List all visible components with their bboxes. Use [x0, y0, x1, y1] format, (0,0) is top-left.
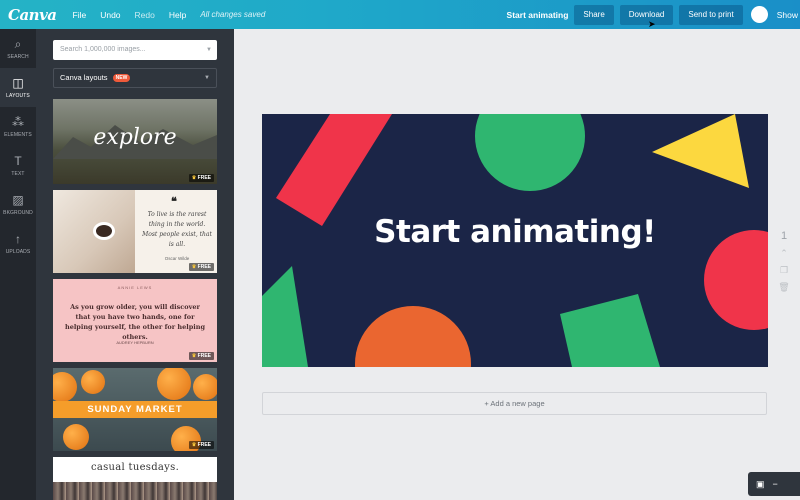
free-label: FREE [197, 264, 211, 270]
left-rail: ⌕ SEARCH ◫ LAYOUTS ⁂ ELEMENTS T TEXT ▨ B… [0, 29, 36, 500]
thumbnail-author: Oscar Wilde [164, 256, 190, 261]
rail-label: ELEMENTS [4, 131, 32, 138]
rail-label: BKGROUND [3, 209, 33, 216]
search-icon: ⌕ [14, 36, 22, 51]
rail-item-layouts[interactable]: ◫ LAYOUTS [0, 68, 36, 107]
avatar[interactable] [750, 6, 768, 23]
mouse-cursor-icon: ➤ [648, 19, 656, 29]
add-page-button[interactable]: + Add a new page [262, 392, 767, 415]
top-bar: Canva File Undo Redo Help All changes sa… [0, 0, 800, 29]
rail-item-elements[interactable]: ⁂ ELEMENTS [0, 107, 36, 146]
page-tools: 1 ⌃ ❐ 🗑 [776, 230, 792, 293]
menu-undo[interactable]: Undo [100, 10, 120, 20]
send-to-print-button[interactable]: Send to print [679, 4, 743, 25]
coffee-cup-graphic [93, 222, 115, 240]
thumbnail-quote: As you grow older, you will discover tha… [64, 303, 206, 341]
green-triangle-shape [262, 266, 308, 367]
free-badge: ♛ FREE [188, 263, 214, 271]
rail-label: UPLOADS [5, 248, 31, 255]
download-button[interactable]: Download [619, 4, 674, 25]
design-canvas[interactable]: Start animating! [262, 114, 768, 367]
arrow-up-icon[interactable]: ⌃ [776, 248, 792, 259]
free-badge: ♛ FREE [188, 352, 214, 360]
layout-thumbnail[interactable]: SUNDAY MARKET ♛ FREE [53, 368, 217, 451]
chevron-down-icon: ▼ [204, 75, 210, 81]
green-circle-shape [475, 114, 585, 191]
orange-graphic [81, 370, 105, 394]
crown-icon: ♛ [191, 442, 197, 448]
crown-icon: ♛ [191, 264, 197, 270]
free-label: FREE [197, 442, 211, 448]
free-badge: ♛ FREE [188, 174, 214, 182]
image-search-input[interactable]: Search 1,000,000 images... ▼ [53, 40, 217, 60]
layout-thumbnail[interactable]: casual tuesdays. [53, 457, 217, 500]
zoom-out-icon[interactable]: − [773, 479, 778, 489]
crowd-photo [53, 482, 217, 500]
search-placeholder: Search 1,000,000 images... [60, 46, 146, 53]
crown-icon: ♛ [191, 353, 197, 359]
menu-redo[interactable]: Redo [135, 10, 155, 20]
elements-icon: ⁂ [12, 114, 24, 129]
quote-mark: ❝ [171, 196, 177, 208]
bottom-controls: ▣ − [748, 472, 800, 496]
free-label: FREE [197, 175, 211, 181]
thumbnail-quote: To live is the rarest thing in the world… [142, 211, 212, 248]
layouts-icon: ◫ [12, 75, 24, 90]
yellow-triangle-shape [652, 114, 749, 188]
orange-graphic [63, 424, 89, 450]
layout-thumbnail[interactable]: ❝ To live is the rarest thing in the wor… [53, 190, 217, 273]
thumbnail-header: ANNIE LEWS [117, 285, 153, 290]
orange-graphic [193, 374, 217, 400]
layouts-dropdown[interactable]: Canva layouts NEW ▼ [53, 68, 217, 88]
show-button[interactable]: Show [777, 10, 798, 20]
rail-label: TEXT [11, 170, 25, 177]
background-icon: ▨ [12, 192, 24, 207]
orange-graphic [157, 368, 191, 400]
rail-item-background[interactable]: ▨ BKGROUND [0, 185, 36, 224]
thumbnail-title: casual tuesdays. [90, 462, 180, 473]
menu-file[interactable]: File [73, 10, 87, 20]
new-badge: NEW [112, 74, 131, 82]
layout-thumbnail[interactable]: explore ♛ FREE [53, 99, 217, 184]
duplicate-icon[interactable]: ❐ [776, 265, 792, 276]
rail-item-text[interactable]: T TEXT [0, 146, 36, 185]
crown-icon: ♛ [191, 175, 197, 181]
orange-graphic [53, 372, 77, 402]
save-status: All changes saved [200, 10, 266, 19]
rail-item-search[interactable]: ⌕ SEARCH [0, 29, 36, 68]
free-badge: ♛ FREE [188, 441, 214, 449]
red-rectangle-shape [276, 114, 392, 226]
green-square-shape [560, 294, 660, 367]
layouts-dropdown-label: Canva layouts [60, 73, 108, 82]
layout-thumbnail[interactable]: ANNIE LEWS As you grow older, you will d… [53, 279, 217, 362]
menu-help[interactable]: Help [169, 10, 186, 20]
rail-label: SEARCH [7, 53, 29, 60]
upload-icon: ↑ [15, 231, 21, 246]
free-label: FREE [197, 353, 211, 359]
trash-icon[interactable]: 🗑 [776, 282, 792, 293]
orange-circle-shape [355, 306, 471, 367]
page-number: 1 [780, 230, 788, 242]
text-icon: T [14, 153, 22, 168]
chevron-down-icon[interactable]: ▼ [206, 40, 212, 60]
thumbnail-title: explore [93, 125, 177, 150]
thumbnail-title: SUNDAY MARKET [53, 401, 217, 418]
start-animating-link[interactable]: Start animating [507, 10, 569, 20]
present-icon[interactable]: ▣ [756, 479, 765, 490]
rail-label: LAYOUTS [6, 92, 30, 99]
design-headline[interactable]: Start animating! [262, 214, 768, 250]
layouts-panel: Search 1,000,000 images... ▼ Canva layou… [36, 29, 234, 500]
share-button[interactable]: Share [574, 4, 614, 25]
canva-logo[interactable]: Canva [8, 6, 57, 24]
rail-item-uploads[interactable]: ↑ UPLOADS [0, 224, 36, 263]
thumbnail-author: AUDREY HEPBURN [116, 340, 154, 345]
